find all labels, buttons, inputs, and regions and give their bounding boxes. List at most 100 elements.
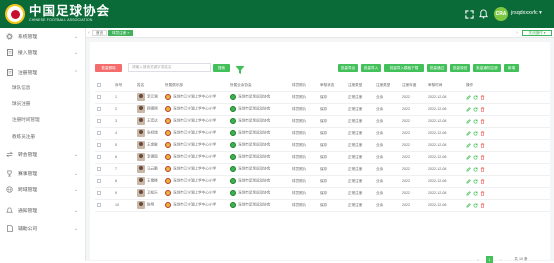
edit-icon[interactable]: [466, 190, 471, 196]
refresh-icon[interactable]: [473, 119, 478, 124]
delete-icon[interactable]: [480, 106, 485, 112]
sidebar-item-cross-domain[interactable]: 跨域管理 ⌄: [0, 185, 86, 194]
batch-import-button[interactable]: 批量导入: [361, 64, 381, 72]
association-name: 深圳市足球运动协会: [238, 118, 271, 123]
player-photo-link[interactable]: 球员照片: [290, 103, 318, 116]
sidebar-item-events[interactable]: 赛事管理 ⌄: [0, 169, 86, 178]
row-index: 10: [113, 199, 135, 212]
tag-player-registration[interactable]: 球员注册 ×: [108, 30, 134, 36]
club-cell: 深圳市江宁湖上学中心小学: [163, 139, 228, 152]
row-checkbox[interactable]: [95, 163, 113, 176]
sidebar-item-system[interactable]: 系统管理 ⌄: [0, 32, 86, 41]
refresh-icon[interactable]: [473, 107, 478, 112]
batch-reject-button[interactable]: 批量驳回: [450, 64, 470, 72]
add-button[interactable]: 新增: [504, 64, 519, 72]
edit-icon[interactable]: [466, 142, 471, 148]
registration-category: 业余: [374, 187, 400, 200]
search-button[interactable]: 搜索: [213, 64, 230, 72]
edit-icon[interactable]: [466, 202, 471, 208]
delete-icon[interactable]: [480, 118, 485, 124]
review-status: 保存: [318, 199, 346, 212]
sidebar-item-registration[interactable]: 注册管理 ⌃: [0, 68, 86, 77]
batch-delete-button[interactable]: 批量删除: [95, 64, 122, 72]
cfa-logo: [5, 4, 25, 24]
player-photo-link[interactable]: 球员照片: [290, 151, 318, 164]
import-template-download-button[interactable]: 批量导入模板下载: [384, 64, 424, 72]
batch-export-button[interactable]: 批量导出: [338, 64, 358, 72]
edit-icon[interactable]: [466, 106, 471, 112]
delete-icon[interactable]: [480, 178, 485, 184]
delete-icon[interactable]: [480, 154, 485, 160]
page-1-button[interactable]: 1: [486, 256, 493, 263]
edit-icon[interactable]: [466, 130, 471, 136]
app-title: 中国足球协会: [29, 4, 111, 18]
delete-icon[interactable]: [480, 202, 485, 208]
sidebar-subitem-coach-registration[interactable]: 教练员注册: [0, 133, 86, 141]
sidebar-subitem-player-registration[interactable]: 球员注册: [0, 100, 86, 108]
refresh-icon[interactable]: [473, 203, 478, 208]
player-photo-link[interactable]: 球员照片: [290, 175, 318, 188]
row-checkbox[interactable]: [95, 127, 113, 140]
row-checkbox[interactable]: [95, 187, 113, 200]
row-checkbox[interactable]: [95, 91, 113, 104]
registration-year: 2022: [400, 139, 426, 152]
tag-scroll-right-icon[interactable]: ›: [514, 30, 520, 36]
user-avatar[interactable]: CRA: [494, 7, 508, 21]
sidebar-item-access[interactable]: 接入管理 ⌄: [0, 48, 86, 57]
club-badge-icon: [165, 142, 171, 148]
edit-icon[interactable]: [466, 154, 471, 160]
review-date: 2022-12-08: [426, 199, 464, 212]
row-actions: [464, 139, 550, 152]
refresh-icon[interactable]: [473, 95, 478, 100]
player-photo-link[interactable]: 球员照片: [290, 139, 318, 152]
sidebar-item-notifications[interactable]: 通知管理 ⌄: [0, 206, 86, 215]
player-photo-link[interactable]: 球员照片: [290, 187, 318, 200]
batch-notify-button[interactable]: 批量通知注册: [473, 64, 501, 72]
edit-icon[interactable]: [466, 166, 471, 172]
sidebar-item-transfer[interactable]: 转会管理 ⌄: [0, 150, 86, 159]
refresh-icon[interactable]: [473, 131, 478, 136]
select-all-checkbox[interactable]: [95, 80, 113, 92]
player-photo-link[interactable]: 球员照片: [290, 199, 318, 212]
filter-icon[interactable]: [235, 62, 245, 74]
player-photo-link[interactable]: 球员照片: [290, 115, 318, 128]
tag-home[interactable]: 首页: [92, 30, 108, 36]
sidebar-subitem-team-info[interactable]: 球队信息: [0, 84, 86, 92]
row-checkbox[interactable]: [95, 103, 113, 116]
fullscreen-icon[interactable]: [463, 8, 475, 20]
refresh-icon[interactable]: [473, 143, 478, 148]
search-input[interactable]: 请输入搜索关键字或姓名: [128, 63, 211, 72]
player-photo-link[interactable]: 球员照片: [290, 163, 318, 176]
row-checkbox[interactable]: [95, 175, 113, 188]
row-checkbox[interactable]: [95, 139, 113, 152]
delete-icon[interactable]: [480, 166, 485, 172]
next-page-button[interactable]: ›: [497, 256, 505, 263]
edit-icon[interactable]: [466, 94, 471, 100]
bell-icon[interactable]: [477, 8, 489, 20]
player-photo-link[interactable]: 球员照片: [290, 127, 318, 140]
delete-icon[interactable]: [480, 190, 485, 196]
sidebar-subitem-registration-time[interactable]: 注册时间管理: [0, 116, 86, 124]
delete-icon[interactable]: [480, 130, 485, 136]
refresh-icon[interactable]: [473, 191, 478, 196]
row-checkbox[interactable]: [95, 151, 113, 164]
row-checkbox[interactable]: [95, 115, 113, 128]
delete-icon[interactable]: [480, 94, 485, 100]
prev-page-button[interactable]: ‹: [474, 256, 482, 263]
row-checkbox[interactable]: [95, 199, 113, 212]
sidebar-item-label: 系统管理: [18, 35, 38, 40]
delete-icon[interactable]: [480, 142, 485, 148]
player-photo: [137, 177, 145, 185]
close-tabs-dropdown[interactable]: 关闭操作 ▾: [522, 30, 552, 36]
sidebar-item-support[interactable]: 辅助公司 ⌄: [0, 224, 86, 233]
username-menu[interactable]: jrsqdxxxvfc ▾: [511, 10, 542, 16]
batch-approve-button[interactable]: 批量通过: [427, 64, 447, 72]
edit-icon[interactable]: [466, 118, 471, 124]
refresh-icon[interactable]: [473, 155, 478, 160]
refresh-icon[interactable]: [473, 179, 478, 184]
edit-icon[interactable]: [466, 178, 471, 184]
column-header: 审核时间: [426, 80, 464, 92]
refresh-icon[interactable]: [473, 167, 478, 172]
player-photo-link[interactable]: 球员照片: [290, 91, 318, 104]
row-index: 5: [113, 139, 135, 152]
